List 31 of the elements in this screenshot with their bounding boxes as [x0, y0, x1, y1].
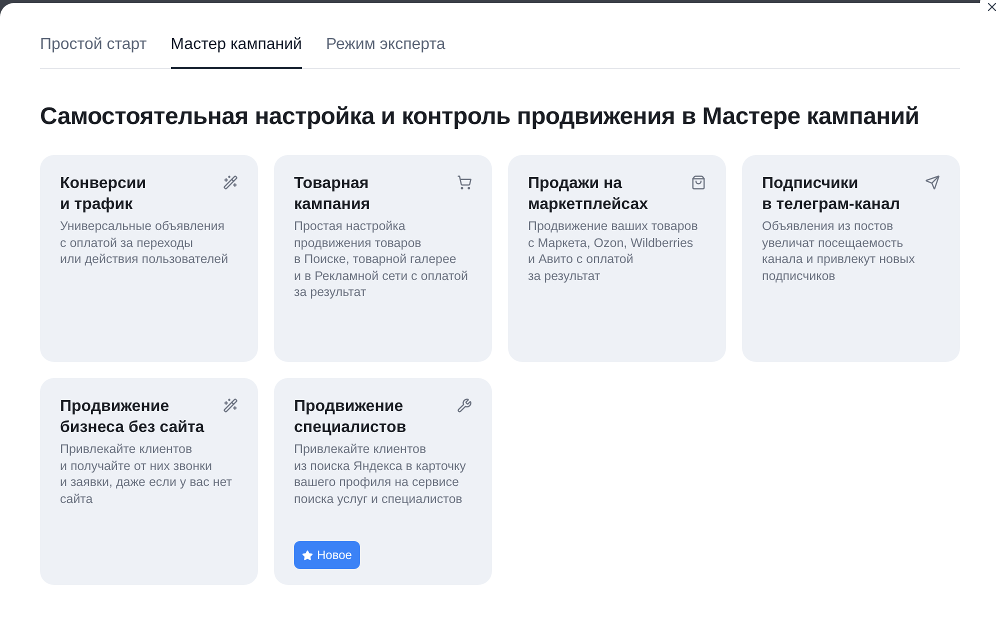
card-description: Объявления из постов увеличат посещаемость канала и привлекут новых подписчиков [762, 218, 916, 284]
campaign-card[interactable]: Продвижение специалистов Привлекайте клиентов из поиска Яндекса в карточку вашего профиля на сервисе поиска услуг и специалистов Новое [274, 378, 492, 585]
tab[interactable]: Режим эксперта [326, 33, 446, 69]
tab[interactable]: Простой старт [40, 33, 147, 69]
magic-wand-icon [223, 175, 238, 190]
campaign-card[interactable]: Конверсии и трафик Универсальные объявления с оплатой за переходы или действия пользователей [40, 155, 258, 362]
card-description: Продвижение ваших товаров с Маркета, Ozon, Wildberries и Авито с оплатой за результат [528, 218, 699, 284]
new-badge: Новое [294, 541, 360, 569]
card-title: Подписчики в телеграм-канал [762, 174, 900, 215]
card-description: Привлекайте клиентов из поиска Яндекса в карточку вашего профиля на сервисе поиска услуг и специалистов [294, 441, 467, 507]
shopping-bag-icon [691, 175, 706, 190]
paper-plane-icon [925, 175, 940, 190]
campaign-card[interactable]: Продвижение бизнеса без сайта Привлекайте клиентов и получайте от них звонки и заявки, даже если у вас нет сайта [40, 378, 258, 585]
campaign-card[interactable]: Подписчики в телеграм-канал Объявления из постов увеличат посещаемость канала и привлекут новых подписчиков [742, 155, 960, 362]
shopping-cart-icon [457, 175, 472, 190]
campaign-card[interactable]: Товарная кампания Простая настройка продвижения товаров в Поиске, товарной галерее и в Рекламной сети с оплатой за результат [274, 155, 492, 362]
card-title: Продвижение бизнеса без сайта [60, 397, 204, 438]
card-title: Продажи на маркетплейсах [528, 174, 648, 215]
card-title: Конверсии и трафик [60, 174, 146, 215]
card-title: Продвижение специалистов [294, 397, 406, 438]
card-description: Привлекайте клиентов и получайте от них звонки и заявки, даже если у вас нет сайта [60, 441, 233, 507]
card-description: Универсальные объявления с оплатой за переходы или действия пользователей [60, 218, 230, 268]
close-icon [985, 0, 999, 14]
wrench-icon [457, 398, 472, 413]
card-description: Простая настройка продвижения товаров в Поиске, товарной галерее и в Рекламной сети с оплатой за результат [294, 218, 469, 300]
tab[interactable]: Мастер кампаний [170, 33, 302, 69]
page-heading: Самостоятельная настройка и контроль продвижения в Мастере кампаний [40, 102, 920, 132]
campaign-card[interactable]: Продажи на маркетплейсах Продвижение ваших товаров с Маркета, Ozon, Wildberries и Авито с оплатой за результат [508, 155, 726, 362]
magic-wand-icon [223, 398, 238, 413]
card-title: Товарная кампания [294, 174, 370, 215]
star-icon [302, 550, 313, 560]
